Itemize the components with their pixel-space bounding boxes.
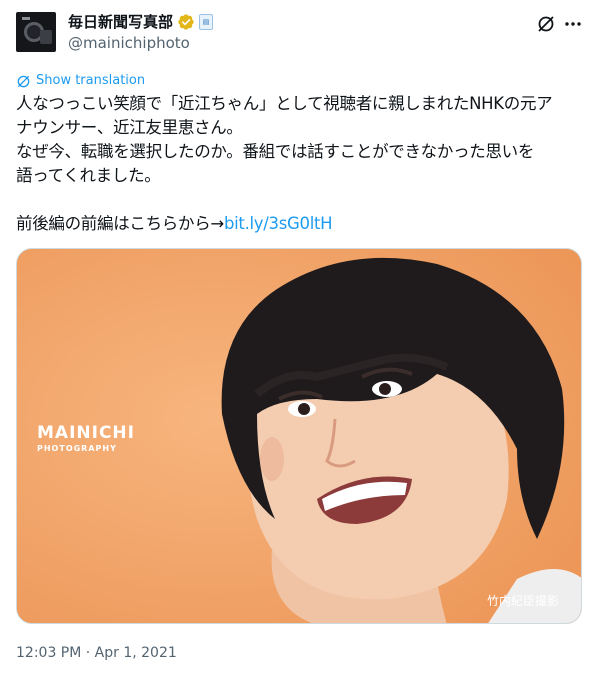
tweet-text: 人なつっこい笑顔で「近江ちゃん」として視聴者に親しまれたNHKの元ア ナウンサー… xyxy=(16,92,582,236)
photo-watermark: MAINICHI PHOTOGRAPHY xyxy=(37,423,135,455)
translate-icon xyxy=(17,75,30,87)
tweet-text-spacer xyxy=(16,188,582,212)
tweet-text-line: 人なつっこい笑顔で「近江ちゃん」として視聴者に親しまれたNHKの元ア xyxy=(16,94,553,113)
tweet-link[interactable]: bit.ly/3sG0ltH xyxy=(224,214,333,233)
tweet-text-line: 語ってくれました。 xyxy=(16,166,161,185)
tweet-text-line: ナウンサー、近江友里恵さん。 xyxy=(16,118,243,137)
watermark-sub: PHOTOGRAPHY xyxy=(37,444,117,453)
watermark-main: MAINICHI xyxy=(37,423,135,443)
more-options-icon[interactable] xyxy=(563,14,583,34)
grok-icon[interactable] xyxy=(536,14,556,34)
verified-badge-icon[interactable] xyxy=(177,13,195,31)
show-translation-label: Show translation xyxy=(36,73,146,88)
avatar-camera-flash xyxy=(22,17,30,20)
tweet-timestamp[interactable]: 12:03 PM · Apr 1, 2021 xyxy=(16,643,177,663)
affiliate-badge-icon[interactable]: ▤ xyxy=(199,14,214,30)
tweet-link-line: 前後編の前編はこちらから→bit.ly/3sG0ltH xyxy=(16,212,582,236)
photo-credit: 竹内紀臣撮影 xyxy=(486,594,559,608)
display-name[interactable]: 毎日新聞写真部 xyxy=(68,12,173,32)
avatar[interactable] xyxy=(16,12,56,52)
tweet-text-line: なぜ今、転職を選択したのか。番組では話すことができなかった思いを xyxy=(16,142,535,161)
author-name-row: 毎日新聞写真部 ▤ xyxy=(68,12,214,32)
tweet-photo[interactable]: MAINICHI PHOTOGRAPHY 竹内紀臣撮影 xyxy=(16,248,582,624)
show-translation-button[interactable]: Show translation xyxy=(16,72,145,90)
avatar-camera-body xyxy=(40,30,52,44)
link-prefix: 前後編の前編はこちらから→ xyxy=(16,214,224,233)
tweet-card: 毎日新聞写真部 ▤ @mainichiphoto Show translatio… xyxy=(0,0,598,676)
user-handle[interactable]: @mainichiphoto xyxy=(68,33,190,53)
